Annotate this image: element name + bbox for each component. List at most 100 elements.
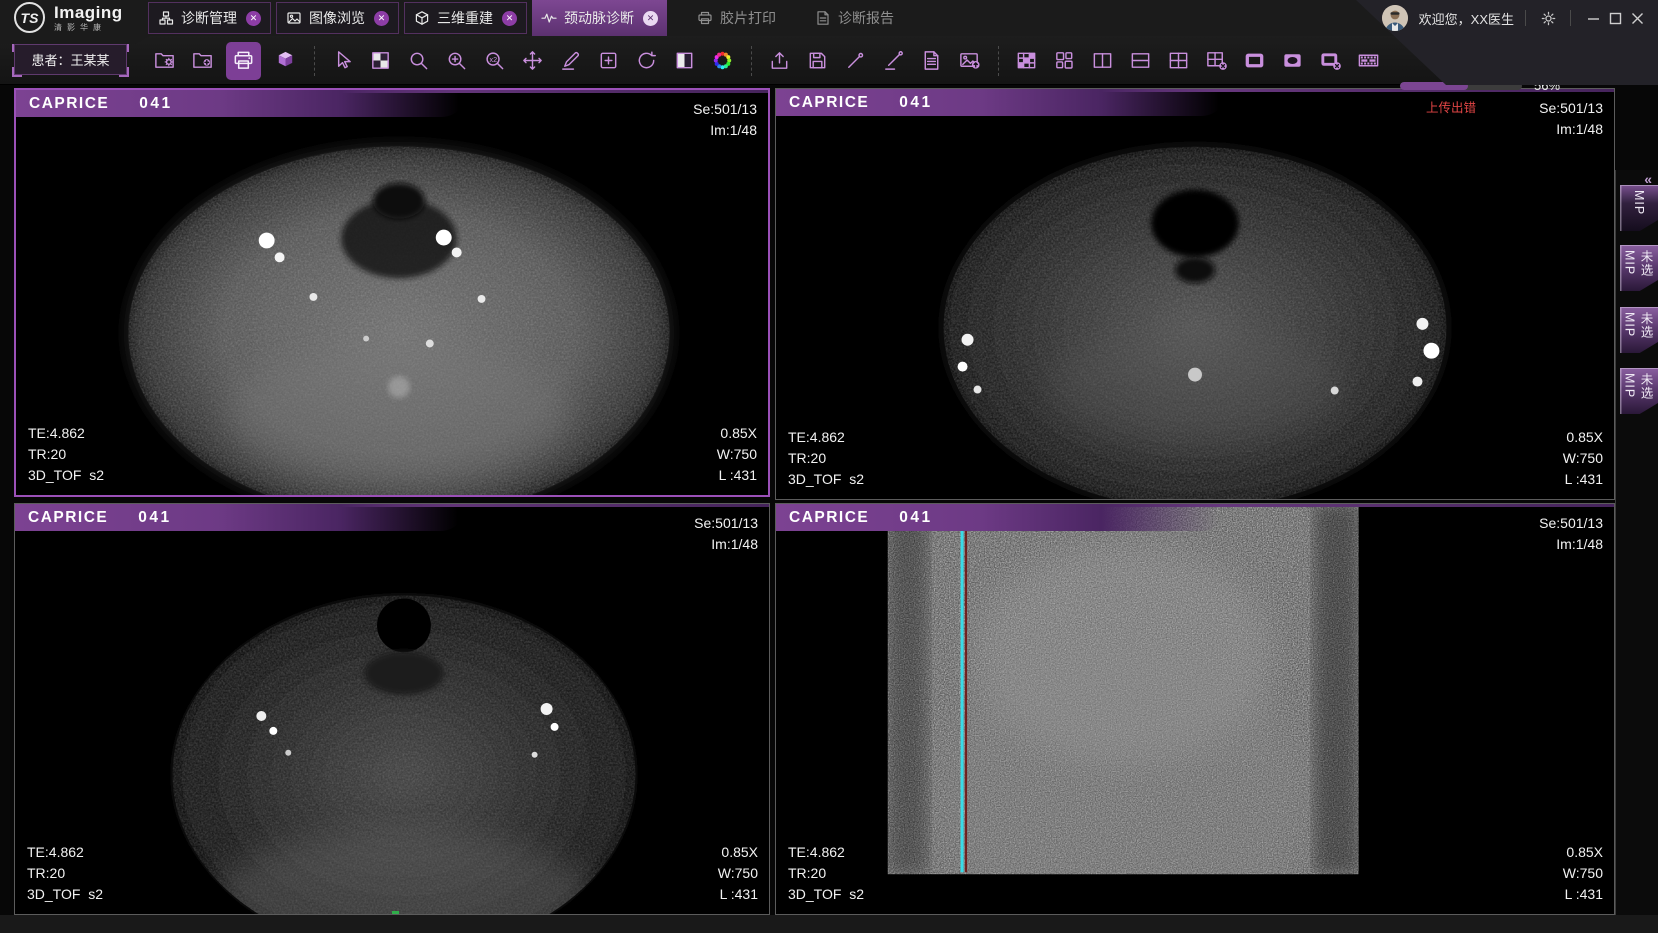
- series-banner: CAPRICE 041: [776, 504, 1228, 531]
- tab-close-button[interactable]: ✕: [502, 11, 517, 26]
- collapse-sidebar-button[interactable]: «: [1644, 171, 1651, 187]
- split-vertical-button[interactable]: [1088, 45, 1116, 77]
- add-roi-button[interactable]: [594, 45, 622, 77]
- app-subtitle: 清影华康: [54, 24, 123, 32]
- upload-error-text: 上传出错: [1426, 97, 1620, 116]
- minimize-button[interactable]: [1582, 5, 1604, 31]
- tab-label: 颈动脉诊断: [564, 8, 634, 28]
- sidebar-tab-label: 未选MIP: [1623, 368, 1656, 414]
- tab-3d-reconstruction[interactable]: 三维重建✕: [404, 2, 527, 34]
- divider: [1570, 10, 1571, 26]
- tab-image-browse[interactable]: 图像浏览 ✕: [276, 2, 399, 34]
- overlay-acquisition-info: TE:4.862TR:203D_TOF s2: [788, 427, 864, 490]
- layout-quad-button[interactable]: [1050, 45, 1078, 77]
- tab-label: 诊断管理: [181, 8, 237, 28]
- probe-baseline-button[interactable]: [879, 45, 907, 77]
- app-name: Imaging: [54, 4, 123, 21]
- roi-rect-remove-button[interactable]: [1316, 45, 1344, 77]
- viewport-4[interactable]: CAPRICE 041 Se:501/13Im:1/48 TE:4.862TR:…: [775, 503, 1615, 915]
- tab-label: 图像浏览: [309, 8, 365, 28]
- device-name: CAPRICE: [789, 509, 869, 527]
- series-number: 041: [899, 94, 932, 112]
- toolbar-separator: [751, 46, 752, 76]
- app-logo: TS Imaging 清影华康: [14, 2, 123, 33]
- grid-remove-button[interactable]: [1202, 45, 1230, 77]
- viewport-1[interactable]: CAPRICE 041 Se:501/13Im:1/48 TE:4.862TR:…: [14, 88, 770, 497]
- window-controls: [1582, 5, 1648, 31]
- tab-close-button[interactable]: ✕: [246, 11, 261, 26]
- overlay-acquisition-info: TE:4.862TR:203D_TOF s2: [788, 842, 864, 905]
- sidebar-tab-unselected-mip-3[interactable]: 未选MIP: [1620, 368, 1658, 414]
- svg-text:x2: x2: [489, 56, 497, 64]
- app-window: { "app": { "brand": { "circle_text": "TS…: [0, 0, 1658, 933]
- device-name: CAPRICE: [28, 509, 108, 527]
- split-horizontal-button[interactable]: [1126, 45, 1154, 77]
- tab-carotid-diagnosis[interactable]: 颈动脉诊断 ✕: [532, 0, 667, 36]
- tab-close-button[interactable]: ✕: [374, 11, 389, 26]
- rotate-button[interactable]: [632, 45, 660, 77]
- upload-button[interactable]: [765, 45, 793, 77]
- org-chart-icon: [158, 10, 174, 26]
- series-number: 041: [899, 509, 932, 527]
- save-button[interactable]: [803, 45, 831, 77]
- layout-table-button[interactable]: [1012, 45, 1040, 77]
- image-upload-button[interactable]: [955, 45, 983, 77]
- logo-notch: [0, 36, 150, 44]
- tab-label: 诊断报告: [838, 8, 894, 28]
- folder-add-button[interactable]: [188, 45, 216, 77]
- mri-mip-image-4: [776, 504, 1614, 914]
- series-banner: CAPRICE 041: [16, 90, 468, 117]
- settings-gear-button[interactable]: [1537, 5, 1559, 31]
- tab-close-button[interactable]: ✕: [643, 11, 658, 26]
- viewport-3[interactable]: CAPRICE 041 Se:501/13Im:1/48 TE:4.862TR:…: [14, 503, 770, 915]
- zoom-x2-button[interactable]: x2: [480, 45, 508, 77]
- series-banner: CAPRICE 041: [15, 504, 467, 531]
- series-banner: CAPRICE 041: [776, 89, 1228, 116]
- close-button[interactable]: [1626, 5, 1648, 31]
- slice-position-tick: [392, 911, 399, 914]
- mri-axial-image-2: [776, 89, 1614, 499]
- color-wheel-button[interactable]: [708, 45, 736, 77]
- patient-label-box[interactable]: 患者：王某某: [14, 44, 127, 75]
- sidebar-tab-unselected-mip-2[interactable]: 未选MIP: [1620, 307, 1658, 353]
- module-tabs: 诊断管理✕图像浏览✕三维重建✕颈动脉诊断✕胶片打印诊断报告: [148, 0, 908, 36]
- cursor-button[interactable]: [328, 45, 356, 77]
- probe-button[interactable]: [841, 45, 869, 77]
- folder-settings-button[interactable]: [150, 45, 178, 77]
- reference-line-cyan[interactable]: [961, 504, 964, 872]
- sidebar-tab-label: 未选MIP: [1623, 307, 1656, 353]
- reference-line-red: [965, 504, 967, 872]
- report-button[interactable]: [917, 45, 945, 77]
- user-cluster: 欢迎您，XX医生: [1382, 0, 1648, 36]
- checkerboard-button[interactable]: [366, 45, 394, 77]
- logo-ts-icon: TS: [14, 2, 45, 33]
- roi-rect-button[interactable]: [1240, 45, 1268, 77]
- tab-diagnosis-management[interactable]: 诊断管理 ✕: [148, 2, 271, 34]
- mri-axial-image-3: [15, 504, 769, 914]
- invert-button[interactable]: [670, 45, 698, 77]
- toolbar-separator: [998, 46, 999, 76]
- overlay-acquisition-info: TE:4.862TR:203D_TOF s2: [27, 842, 103, 905]
- user-avatar[interactable]: [1382, 5, 1408, 31]
- toolbar-separator: [314, 46, 315, 76]
- cube-3d-button[interactable]: [271, 45, 299, 77]
- mip-sidebar: « MIP 未选MIP 未选MIP 未选MIP: [1615, 170, 1658, 933]
- print-button[interactable]: [226, 42, 261, 80]
- pan-button[interactable]: [518, 45, 546, 77]
- sidebar-tab-label: 未选MIP: [1623, 245, 1656, 291]
- sidebar-tab-mip[interactable]: MIP: [1620, 185, 1658, 231]
- maximize-button[interactable]: [1604, 5, 1626, 31]
- sidebar-tab-unselected-mip-1[interactable]: 未选MIP: [1620, 245, 1658, 291]
- series-number: 041: [139, 95, 172, 113]
- grid-2x2-button[interactable]: [1164, 45, 1192, 77]
- tool-buttons: x2: [150, 36, 1392, 85]
- search-button[interactable]: [404, 45, 432, 77]
- viewport-2[interactable]: CAPRICE 041 Se:501/13Im:1/48 TE:4.862TR:…: [775, 88, 1615, 500]
- tab-diagnosis-report[interactable]: 诊断报告: [806, 2, 903, 34]
- tab-film-print[interactable]: 胶片打印: [688, 2, 785, 34]
- zoom-in-button[interactable]: [442, 45, 470, 77]
- overlay-window-info: 0.85XW:750L :431: [1563, 427, 1603, 490]
- annotate-button[interactable]: [556, 45, 584, 77]
- film-strip-button[interactable]: [1354, 45, 1382, 77]
- roi-ellipse-button[interactable]: [1278, 45, 1306, 77]
